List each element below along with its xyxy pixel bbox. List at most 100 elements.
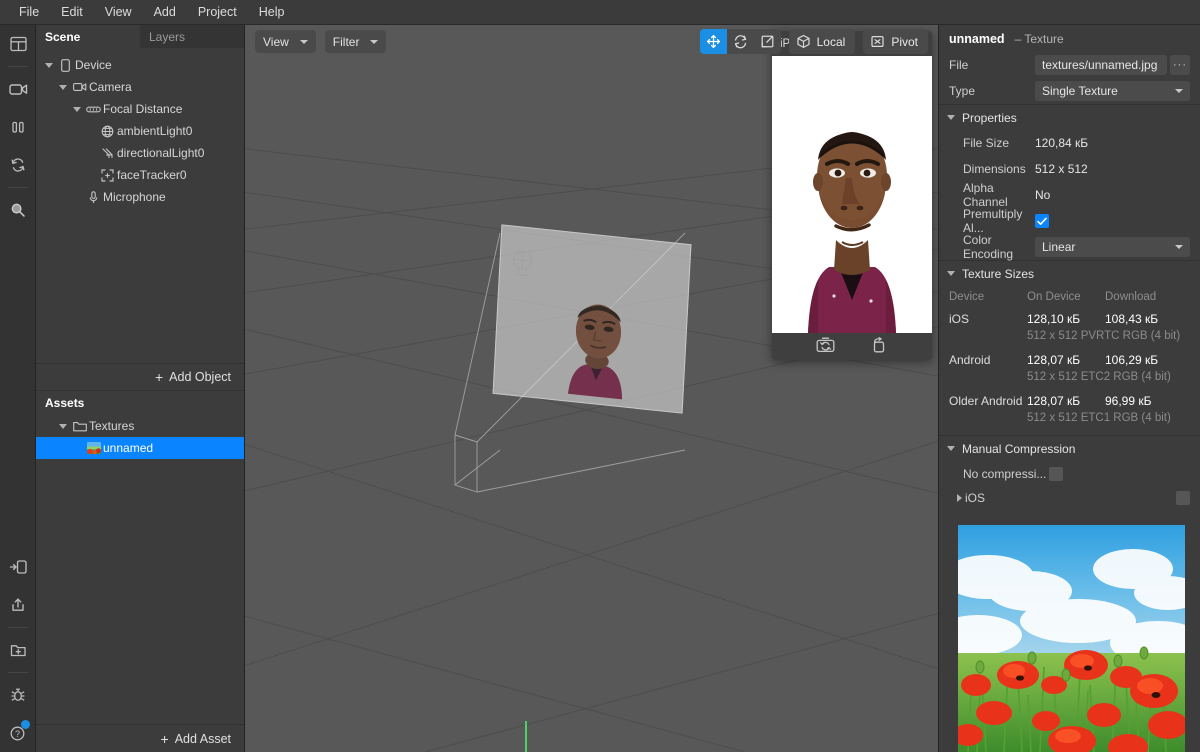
help-notification-badge: [21, 720, 30, 729]
rail-divider-4: [8, 672, 28, 673]
expand-toggle[interactable]: [56, 423, 70, 429]
asset-name: unnamed: [949, 32, 1005, 46]
view-dropdown-label: View: [263, 34, 289, 49]
rotate-tool[interactable]: [727, 29, 754, 54]
camera-icon: [70, 82, 89, 92]
move-tool[interactable]: [699, 29, 727, 54]
simulator-screen[interactable]: [772, 56, 932, 333]
left-icon-rail: ?: [0, 25, 36, 752]
axis-gizmo: [525, 721, 527, 752]
scene-plane-object[interactable]: [492, 224, 692, 414]
simulator-camera-feed: [772, 56, 932, 333]
expand-toggle[interactable]: [70, 106, 84, 112]
face-tracker-icon: [98, 168, 117, 182]
transform-tool-group: [699, 29, 781, 54]
tree-item-label: faceTracker0: [117, 168, 187, 182]
inspector-title: unnamed – Texture: [939, 25, 1200, 52]
pause-icon[interactable]: [0, 108, 36, 146]
poppy-field-image: [958, 525, 1185, 752]
properties-section-header[interactable]: Properties: [939, 104, 1200, 130]
rail-divider-3: [8, 627, 28, 628]
type-label: Type: [949, 84, 976, 98]
layout-panel-icon[interactable]: [0, 25, 36, 63]
property-value: 512 x 512: [1035, 162, 1088, 176]
menu-item-help[interactable]: Help: [248, 2, 296, 22]
assets-list: Textures unnamed: [36, 415, 244, 724]
type-select[interactable]: Single Texture: [1035, 81, 1190, 101]
texture-size-note: 512 x 512 PVRTC RGB (4 bit): [1027, 330, 1181, 342]
property-row-alpha-channel: Alpha Channel No: [939, 181, 1200, 209]
cube-icon: [797, 34, 810, 48]
tree-item-device[interactable]: Device: [36, 54, 244, 76]
add-asset-button[interactable]: + Add Asset: [36, 724, 244, 752]
menu-item-view[interactable]: View: [94, 2, 143, 22]
search-icon[interactable]: [0, 191, 36, 229]
color-encoding-select[interactable]: Linear: [1035, 237, 1190, 257]
add-object-button[interactable]: + Add Object: [36, 363, 244, 391]
tree-item-ambientlight0[interactable]: ambientLight0: [36, 120, 244, 142]
tree-item-label: directionalLight0: [117, 146, 205, 160]
camera-icon[interactable]: [0, 70, 36, 108]
texture-sizes-columns: Device On Device Download: [939, 286, 1200, 308]
pivot-button[interactable]: Pivot: [863, 29, 928, 54]
expand-toggle[interactable]: [56, 84, 70, 90]
column-header-on-device: On Device: [1027, 291, 1081, 303]
rail-divider-2: [8, 187, 28, 188]
texture-size-download: 96,99 кБ: [1105, 394, 1152, 408]
new-folder-icon[interactable]: [0, 631, 36, 669]
property-label: Dimensions: [963, 162, 1026, 176]
send-to-device-icon[interactable]: [0, 548, 36, 586]
device-icon: [56, 58, 75, 72]
reset-icon[interactable]: [0, 146, 36, 184]
ios-compression-checkbox[interactable]: [1176, 491, 1190, 505]
scale-tool[interactable]: [754, 29, 781, 54]
manual-compression-section-header[interactable]: Manual Compression: [939, 435, 1200, 461]
texture-preview-image: [958, 525, 1185, 752]
expand-toggle[interactable]: [42, 62, 56, 68]
menu-item-project[interactable]: Project: [187, 2, 248, 22]
tab-scene[interactable]: Scene: [36, 25, 140, 48]
tree-item-camera[interactable]: Camera: [36, 76, 244, 98]
file-browse-button[interactable]: ···: [1170, 55, 1190, 75]
help-icon[interactable]: ?: [0, 714, 36, 752]
left-panel: Scene Layers Device Camera Focal Distanc…: [36, 25, 245, 752]
no-compression-checkbox[interactable]: [1049, 467, 1063, 481]
file-input[interactable]: textures/unnamed.jpg: [1035, 55, 1167, 75]
switch-camera-icon[interactable]: [816, 337, 835, 356]
tab-layers[interactable]: Layers: [140, 25, 244, 48]
texture-sizes-section-label: Texture Sizes: [962, 266, 1035, 281]
filter-dropdown[interactable]: Filter: [324, 30, 387, 53]
tree-item-label: ambientLight0: [117, 124, 193, 138]
premultiply-alpha-checkbox[interactable]: [1035, 214, 1049, 228]
plus-icon: +: [160, 730, 169, 747]
expand-toggle[interactable]: [949, 494, 965, 502]
color-encoding-value: Linear: [1042, 240, 1076, 254]
pivot-label: Pivot: [891, 34, 918, 49]
tree-item-directionallight0[interactable]: directionalLight0: [36, 142, 244, 164]
texture-size-on-device: 128,10 кБ: [1027, 312, 1081, 326]
texture-size-note: 512 x 512 ETC2 RGB (4 bit): [1027, 371, 1171, 383]
tree-item-facetracker0[interactable]: faceTracker0: [36, 164, 244, 186]
local-label: Local: [816, 34, 846, 49]
rotate-device-icon[interactable]: [871, 336, 888, 356]
tree-item-microphone[interactable]: Microphone: [36, 186, 244, 208]
menu-item-edit[interactable]: Edit: [50, 2, 94, 22]
simulator-footer: [772, 333, 932, 360]
asset-item-unnamed[interactable]: unnamed: [36, 437, 244, 459]
view-dropdown[interactable]: View: [255, 30, 316, 53]
texture-sizes-section-header[interactable]: Texture Sizes: [939, 260, 1200, 286]
property-row-color-encoding: Color Encoding Linear: [939, 233, 1200, 261]
menu-item-file[interactable]: File: [8, 2, 50, 22]
pivot-icon: [871, 35, 884, 48]
column-header-device: Device: [949, 291, 985, 303]
local-space-button[interactable]: Local: [788, 29, 856, 54]
tree-item-focal-distance[interactable]: Focal Distance: [36, 98, 244, 120]
share-upload-icon[interactable]: [0, 586, 36, 624]
menu-item-add[interactable]: Add: [143, 2, 187, 22]
texture-size-download: 106,29 кБ: [1105, 353, 1159, 367]
debug-bug-icon[interactable]: [0, 676, 36, 714]
asset-folder-textures[interactable]: Textures: [36, 415, 244, 437]
ios-subsection-row[interactable]: iOS: [939, 487, 1200, 509]
texture-size-device: Android: [949, 353, 991, 367]
focal-distance-icon: [84, 105, 103, 114]
